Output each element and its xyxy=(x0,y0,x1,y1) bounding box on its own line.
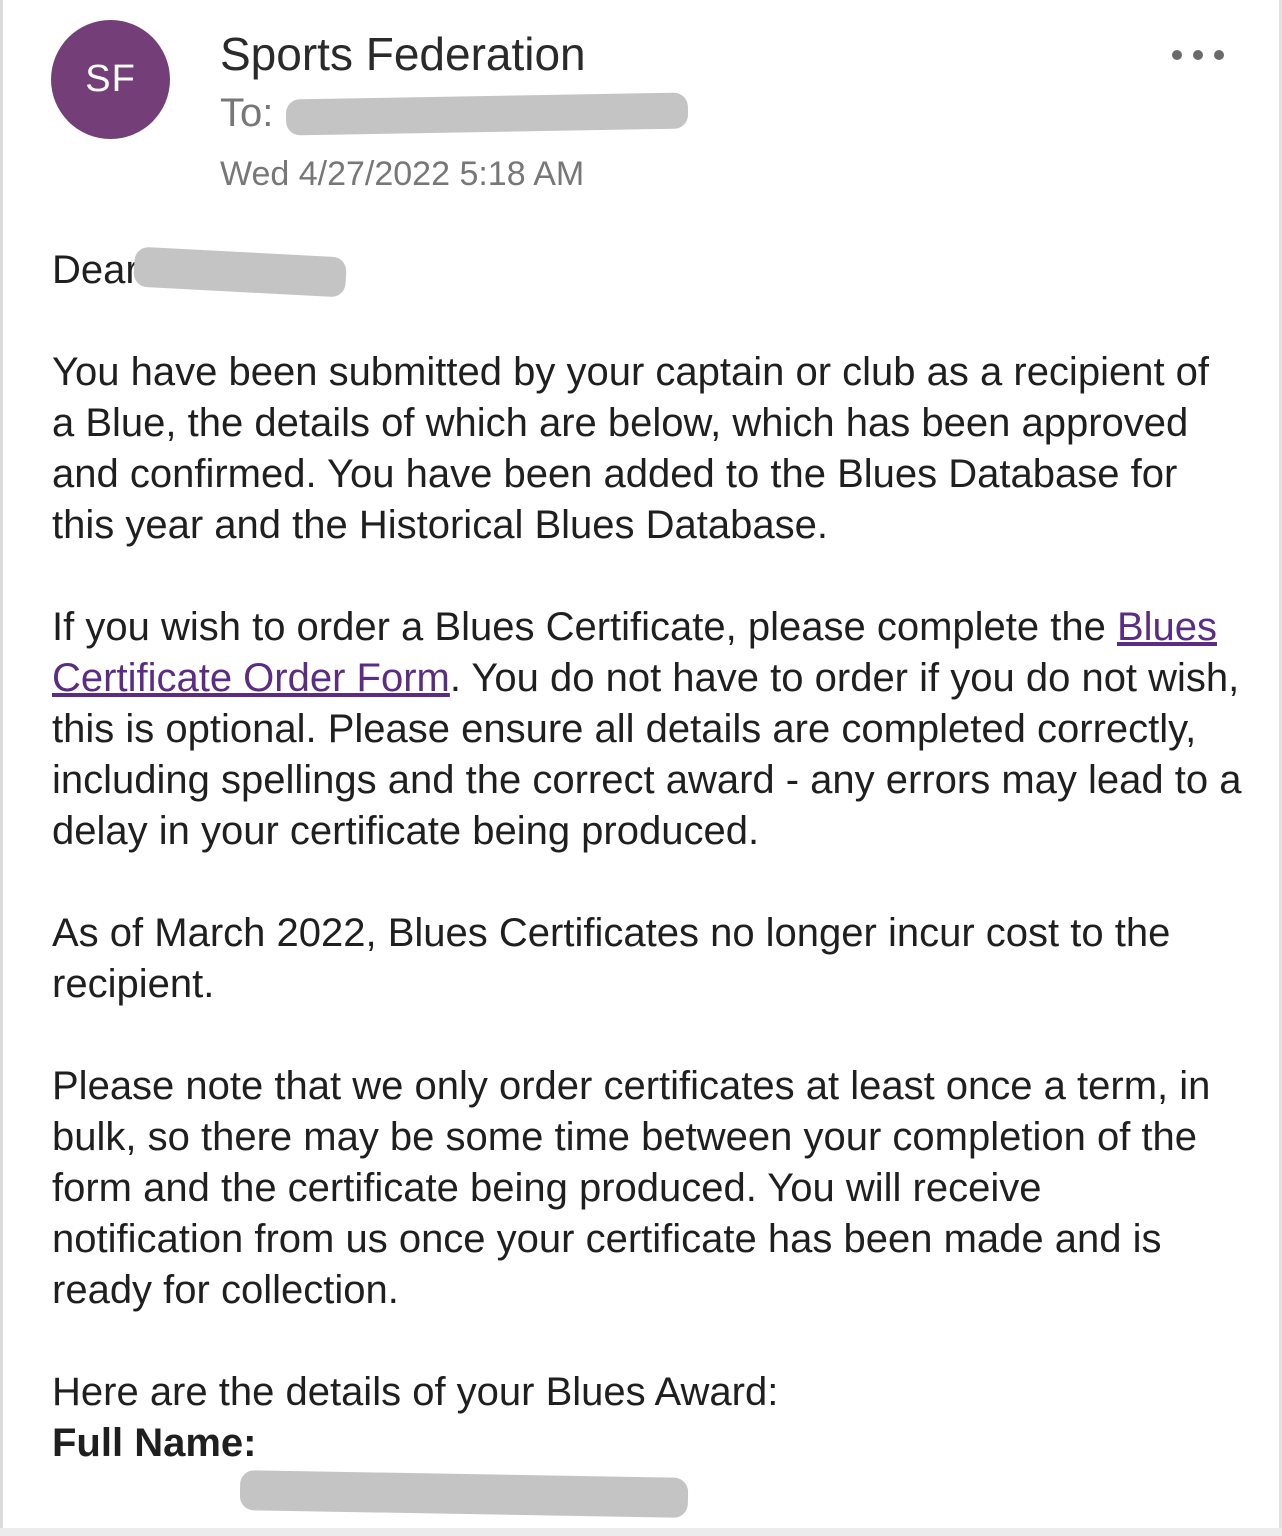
more-dot-3 xyxy=(1214,50,1224,60)
avatar-initials: SF xyxy=(85,58,136,100)
full-name-redaction xyxy=(239,1470,689,1518)
details-intro: Here are the details of your Blues Award… xyxy=(52,1370,779,1414)
paragraph-1: You have been submitted by your captain … xyxy=(52,350,1210,547)
frame-bottom-edge xyxy=(0,1528,1282,1536)
recipient-redaction xyxy=(285,92,689,136)
frame-left-edge xyxy=(0,0,3,1536)
paragraph-2-start: If you wish to order a Blues Certificate… xyxy=(52,605,1117,649)
recipient-line: To: xyxy=(220,88,273,138)
paragraph-2: If you wish to order a Blues Certificate… xyxy=(52,602,1242,857)
award-details: Here are the details of your Blues Award… xyxy=(52,1367,1242,1469)
more-options-button[interactable] xyxy=(1168,38,1228,72)
email-body: Dear You have been submitted by your cap… xyxy=(52,245,1242,1469)
more-dot-2 xyxy=(1193,50,1203,60)
to-label: To: xyxy=(220,91,274,135)
full-name-label: Full Name: xyxy=(52,1421,257,1465)
more-horizontal-icon xyxy=(1172,50,1182,60)
greeting-text: Dear xyxy=(52,248,139,292)
paragraph-3: As of March 2022, Blues Certificates no … xyxy=(52,911,1171,1006)
sender-name[interactable]: Sports Federation xyxy=(220,26,586,82)
paragraph-4: Please note that we only order certifica… xyxy=(52,1064,1211,1312)
sender-avatar[interactable]: SF xyxy=(51,20,170,139)
full-name-row: Full Name: xyxy=(52,1418,1242,1469)
email-date: Wed 4/27/2022 5:18 AM xyxy=(220,155,585,193)
